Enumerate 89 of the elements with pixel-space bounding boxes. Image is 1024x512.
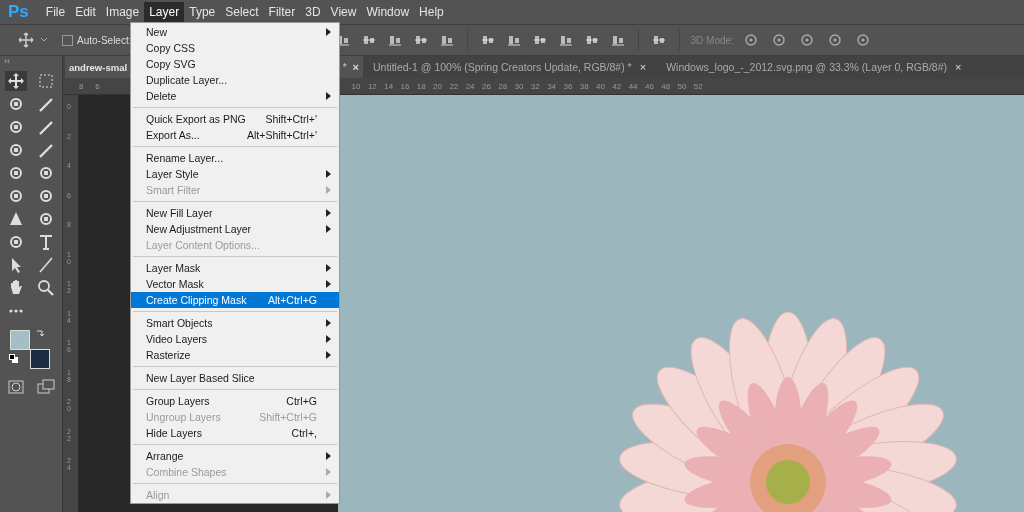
menu-item[interactable]: Image [100, 2, 145, 22]
ruler-number: 24 [465, 81, 476, 91]
menu-item[interactable]: Copy SVG [131, 56, 339, 72]
document-tab[interactable]: Windows_logo_-_2012.svg.png @ 33.3% (Layer 0, RGB/8#) × [656, 56, 972, 78]
menu-item[interactable]: Video Layers [131, 331, 339, 347]
ruler-number: 12 [367, 81, 378, 91]
ruler-number: 32 [530, 81, 541, 91]
menu-item[interactable]: Layer [144, 2, 185, 22]
caret-icon[interactable] [40, 37, 48, 43]
menu-item[interactable]: Create Clipping Mask Alt+Ctrl+G [131, 292, 339, 308]
ruler-number: 38 [579, 81, 590, 91]
tab-title: Windows_logo_-_2012.svg.png @ 33.3% (Layer 0, RGB/8#) [666, 61, 948, 73]
menu-item[interactable]: Arrange [131, 448, 339, 464]
ruler-number: 26 [481, 81, 492, 91]
menu-item[interactable]: Quick Export as PNG Shift+Ctrl+' [131, 111, 339, 127]
ruler-number: 44 [628, 81, 639, 91]
move-tool-icon[interactable] [5, 71, 27, 91]
menu-item[interactable]: Smart Objects [131, 315, 339, 331]
ruler-number: 34 [547, 81, 558, 91]
menu-item[interactable]: Vector Mask [131, 276, 339, 292]
menu-item[interactable]: Rename Layer... [131, 150, 339, 166]
distribute-icon[interactable] [507, 33, 522, 47]
ruler-number: 42 [612, 81, 623, 91]
menu-item[interactable]: Duplicate Layer... [131, 72, 339, 88]
screen-mode-icon[interactable] [35, 377, 57, 397]
swap-colors-icon[interactable] [35, 329, 45, 339]
ruler-number: 30 [514, 81, 525, 91]
menu-item[interactable]: Filter [263, 2, 301, 22]
distribute-icon[interactable] [533, 33, 548, 47]
menu-item[interactable]: Help [414, 2, 449, 22]
menu-item[interactable]: Layer Mask [131, 260, 339, 276]
tab-title: andrew-smal [69, 61, 128, 73]
ruler-number: 20 [433, 81, 443, 91]
ruler-number: 52 [693, 81, 704, 91]
distribute-icon[interactable] [559, 33, 574, 47]
ruler-number: 8 [79, 81, 85, 91]
ruler-number: 18 [416, 81, 427, 91]
align-icon[interactable] [440, 33, 455, 47]
menu-item[interactable]: Rasterize [131, 347, 339, 363]
default-colors-icon[interactable] [9, 354, 19, 364]
auto-select-label: Auto-Select: [77, 34, 132, 46]
menu-item[interactable]: Group Layers Ctrl+G [131, 393, 339, 409]
ruler-number: 50 [677, 81, 688, 91]
distribute-icon[interactable] [481, 33, 496, 47]
menu-item[interactable]: Copy CSS [131, 40, 339, 56]
move-icon[interactable] [18, 32, 34, 48]
menu-item[interactable]: Select [220, 2, 264, 22]
menu-item[interactable]: Export As... Alt+Shift+Ctrl+' [131, 127, 339, 143]
ruler-number: 22 [449, 81, 460, 91]
menu-item[interactable]: Hide Layers Ctrl+, [131, 425, 339, 441]
background-color-swatch[interactable] [30, 349, 50, 369]
menu-item[interactable]: Layer Style [131, 166, 339, 182]
menu-item[interactable]: New Fill Layer [131, 205, 339, 221]
tab-close-button[interactable]: × [352, 61, 359, 73]
columns-icon[interactable] [652, 33, 667, 47]
document-tab[interactable]: Untitled-1 @ 100% (Spring Creators Update, RGB/8#) * × [363, 56, 657, 78]
foreground-color-swatch[interactable] [10, 330, 30, 350]
menu-item[interactable]: Type [184, 2, 221, 22]
ruler-number: 46 [644, 81, 655, 91]
tab-close-button[interactable]: × [955, 61, 962, 73]
menu-item[interactable]: File [40, 2, 71, 22]
ruler-number: 48 [661, 81, 672, 91]
menu-item[interactable]: New [131, 24, 339, 40]
checkbox[interactable] [62, 34, 73, 46]
align-icon[interactable] [362, 33, 377, 47]
ruler-number: 28 [498, 81, 509, 91]
menu-item[interactable]: Delete [131, 88, 339, 104]
tab-close-button[interactable]: × [639, 61, 647, 73]
menu-item[interactable]: 3D [300, 2, 326, 22]
distribute-icon[interactable] [585, 33, 600, 47]
menu-item[interactable]: Edit [70, 2, 101, 22]
align-icon[interactable] [414, 33, 429, 47]
align-icon[interactable] [388, 33, 403, 47]
tab-title: Untitled-1 @ 100% (Spring Creators Update, RGB/8#) * [373, 61, 632, 73]
ruler-number: 10 [351, 81, 362, 91]
distribute-icon[interactable] [611, 33, 626, 47]
menu-item[interactable]: New Layer Based Slice [131, 370, 339, 386]
menu-item[interactable]: New Adjustment Layer [131, 221, 339, 237]
menu-item[interactable]: Window [361, 2, 415, 22]
ruler-number: 14 [384, 81, 395, 91]
ruler-number: 40 [596, 81, 606, 91]
quick-mask-icon[interactable] [5, 377, 27, 397]
ruler-number: 36 [563, 81, 574, 91]
unsaved-mark: * [342, 61, 347, 73]
app-logo: Ps [8, 2, 29, 22]
ruler-number: 6 [95, 81, 101, 91]
menu-item[interactable]: View [325, 2, 362, 22]
ruler-number: 16 [400, 81, 411, 91]
collapse-mark[interactable]: ‹‹ [4, 56, 10, 68]
